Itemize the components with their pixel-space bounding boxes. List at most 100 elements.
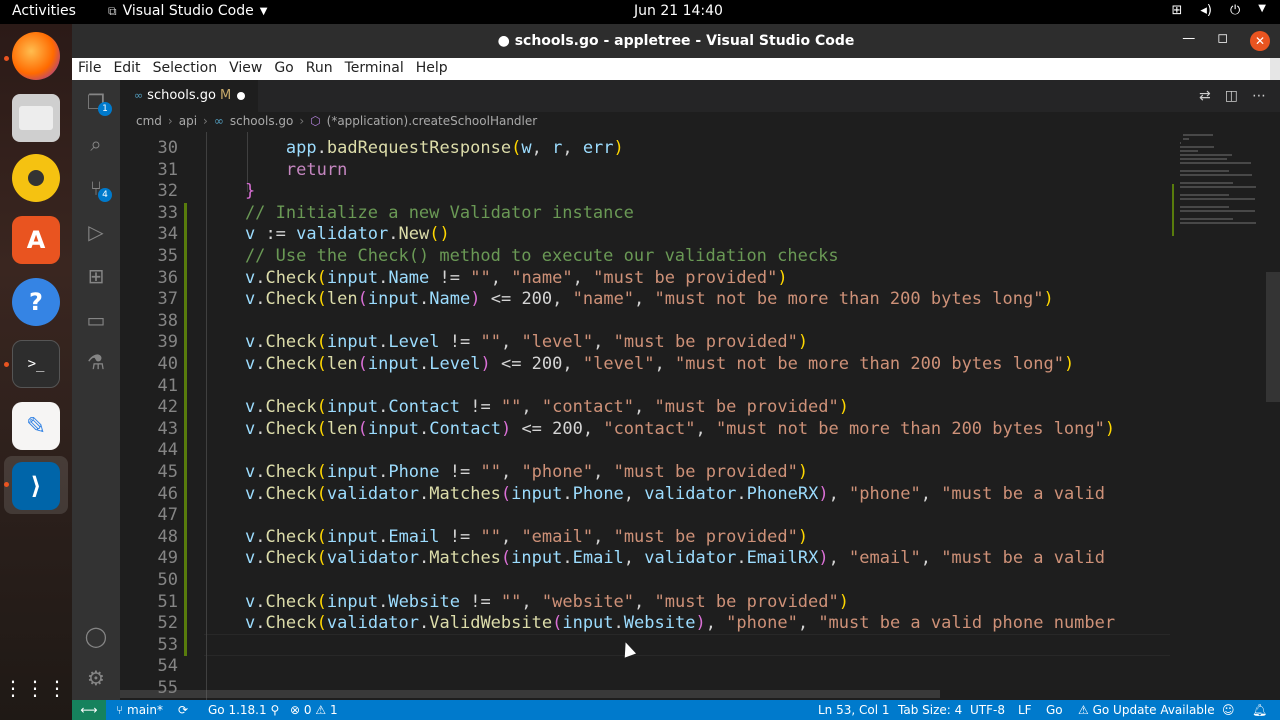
extensions-icon[interactable]: ⊞ <box>72 256 120 296</box>
power-icon[interactable]: ⏻ <box>1230 3 1240 18</box>
run-debug-icon[interactable]: ▷ <box>72 212 120 252</box>
notifications-bell-icon[interactable]: 🔔︎ <box>1252 703 1267 717</box>
problems-indicator[interactable]: ⊗ 0 ⚠ 1 <box>290 703 338 717</box>
code-line[interactable]: 39 v.Check(input.Level != "", "level", "… <box>120 332 1170 354</box>
testing-icon[interactable]: ⚗ <box>72 342 120 382</box>
code-line[interactable]: 43 v.Check(len(input.Contact) <= 200, "c… <box>120 418 1170 441</box>
remote-explorer-icon[interactable]: ▭ <box>72 300 120 340</box>
search-icon[interactable]: ⌕ <box>72 124 120 164</box>
source-control-icon[interactable]: ⑂ 4 <box>72 168 120 208</box>
breadcrumb-item[interactable]: schools.go <box>230 114 294 132</box>
vscode-icon[interactable]: ⟩ <box>12 462 60 510</box>
software-icon[interactable]: A <box>12 216 60 264</box>
code-line[interactable]: 34 v := validator.New() <box>120 224 1170 246</box>
gutter-added-marker[interactable] <box>184 591 187 614</box>
encoding[interactable]: UTF-8 <box>970 703 1005 717</box>
code-line[interactable]: 54 <box>120 656 1170 678</box>
gutter-added-marker[interactable] <box>184 246 187 268</box>
gutter-added-marker[interactable] <box>184 332 187 354</box>
code-line[interactable]: 38 <box>120 310 1170 333</box>
more-actions-icon[interactable]: ⋯ <box>1252 88 1266 104</box>
open-changes-icon[interactable]: ⇄ <box>1199 88 1211 104</box>
gutter-added-marker[interactable] <box>184 570 187 592</box>
gutter-added-marker[interactable] <box>184 202 187 225</box>
cursor-position[interactable]: Ln 53, Col 1 <box>818 703 890 717</box>
code-line[interactable]: 44 <box>120 440 1170 462</box>
code-line[interactable]: 50 <box>120 570 1170 592</box>
chevron-down-icon[interactable]: ▼ <box>1258 3 1266 18</box>
gutter-added-marker[interactable] <box>184 526 187 549</box>
code-line[interactable]: 35 // Use the Check() method to execute … <box>120 246 1170 268</box>
gutter-added-marker[interactable] <box>184 397 187 419</box>
files-icon[interactable] <box>12 94 60 142</box>
gutter-added-marker[interactable] <box>184 354 187 376</box>
code-editor[interactable]: 30 app.badRequestResponse(w, r, err) 31 r… <box>120 132 1170 700</box>
gutter-added-marker[interactable] <box>184 634 187 657</box>
go-update-notice[interactable]: ⚠ Go Update Available <box>1078 703 1215 717</box>
split-editor-icon[interactable]: ◫ <box>1225 88 1238 104</box>
breadcrumb-item[interactable]: cmd <box>136 114 162 132</box>
network-icon[interactable]: ⊞ <box>1171 3 1182 18</box>
breadcrumb-item[interactable]: api <box>179 114 197 132</box>
code-line[interactable]: 45 v.Check(input.Phone != "", "phone", "… <box>120 462 1170 484</box>
explorer-icon[interactable]: ❐ 1 <box>72 82 120 122</box>
minimap[interactable] <box>1170 132 1280 700</box>
code-line[interactable]: 48 v.Check(input.Email != "", "email", "… <box>120 526 1170 549</box>
manage-gear-icon[interactable]: ⚙ <box>72 658 120 698</box>
gutter-added-marker[interactable] <box>184 505 187 527</box>
tab-size[interactable]: Tab Size: 4 <box>898 703 962 717</box>
breadcrumb-item[interactable]: (*application).createSchoolHandler <box>327 114 538 132</box>
code-line[interactable]: 37 v.Check(len(input.Name) <= 200, "name… <box>120 289 1170 311</box>
menu-edit[interactable]: Edit <box>107 58 146 80</box>
terminal-icon[interactable]: >_ <box>12 340 60 388</box>
code-line[interactable]: 41 <box>120 375 1170 398</box>
menu-file[interactable]: File <box>72 58 107 80</box>
close-button[interactable]: ✕ <box>1250 31 1270 51</box>
sync-icon[interactable]: ⟳ <box>178 703 188 717</box>
rhythmbox-icon[interactable] <box>12 154 60 202</box>
code-line[interactable]: 42 v.Check(input.Contact != "", "contact… <box>120 397 1170 419</box>
minimize-button[interactable]: — <box>1182 31 1195 51</box>
menu-help[interactable]: Help <box>410 58 454 80</box>
code-line[interactable]: 52 v.Check(validator.ValidWebsite(input.… <box>120 613 1170 635</box>
gutter-added-marker[interactable] <box>184 289 187 311</box>
gutter-added-marker[interactable] <box>184 375 187 398</box>
minimap-slider[interactable] <box>1266 272 1280 402</box>
gutter-added-marker[interactable] <box>184 224 187 246</box>
code-line[interactable]: 53 <box>120 634 1170 657</box>
end-of-line[interactable]: LF <box>1018 703 1032 717</box>
gutter-added-marker[interactable] <box>184 548 187 570</box>
gutter-added-marker[interactable] <box>184 418 187 441</box>
volume-icon[interactable]: ◂) <box>1200 3 1212 18</box>
gutter-added-marker[interactable] <box>184 462 187 484</box>
language-mode[interactable]: Go <box>1046 703 1063 717</box>
code-line[interactable]: 49 v.Check(validator.Matches(input.Email… <box>120 548 1170 570</box>
go-version[interactable]: Go 1.18.1 ⚲ <box>208 703 279 717</box>
window-title-bar[interactable]: ● schools.go - appletree - Visual Studio… <box>72 24 1280 58</box>
feedback-icon[interactable]: ☺ <box>1222 703 1235 717</box>
horizontal-scrollbar[interactable] <box>120 690 940 698</box>
code-line[interactable]: 51 v.Check(input.Website != "", "website… <box>120 591 1170 614</box>
menu-go[interactable]: Go <box>268 58 299 80</box>
code-line[interactable]: 47 <box>120 505 1170 527</box>
gutter-added-marker[interactable] <box>184 440 187 462</box>
code-line[interactable]: 32 } <box>120 181 1170 203</box>
code-line[interactable]: 30 app.badRequestResponse(w, r, err) <box>120 138 1170 160</box>
menu-terminal[interactable]: Terminal <box>339 58 410 80</box>
accounts-icon[interactable]: ◯ <box>72 616 120 656</box>
clock[interactable]: Jun 21 14:40 <box>634 3 723 19</box>
text-editor-icon[interactable]: ✎ <box>12 402 60 450</box>
menu-view[interactable]: View <box>223 58 268 80</box>
code-line[interactable]: 40 v.Check(len(input.Level) <= 200, "lev… <box>120 354 1170 376</box>
menu-selection[interactable]: Selection <box>147 58 224 80</box>
show-apps-icon[interactable]: ⋮⋮⋮ <box>3 664 67 712</box>
gutter-added-marker[interactable] <box>184 483 187 506</box>
branch-indicator[interactable]: ⑂ main* <box>116 703 163 717</box>
tab-schools-go[interactable]: ∞ schools.go M <box>120 80 258 112</box>
gutter-added-marker[interactable] <box>184 267 187 290</box>
help-icon[interactable]: ? <box>12 278 60 326</box>
menu-run[interactable]: Run <box>300 58 339 80</box>
system-tray[interactable]: ⊞ ◂) ⏻ ▼ <box>1171 3 1266 18</box>
gutter-added-marker[interactable] <box>184 613 187 635</box>
code-line[interactable]: 33 // Initialize a new Validator instanc… <box>120 202 1170 225</box>
